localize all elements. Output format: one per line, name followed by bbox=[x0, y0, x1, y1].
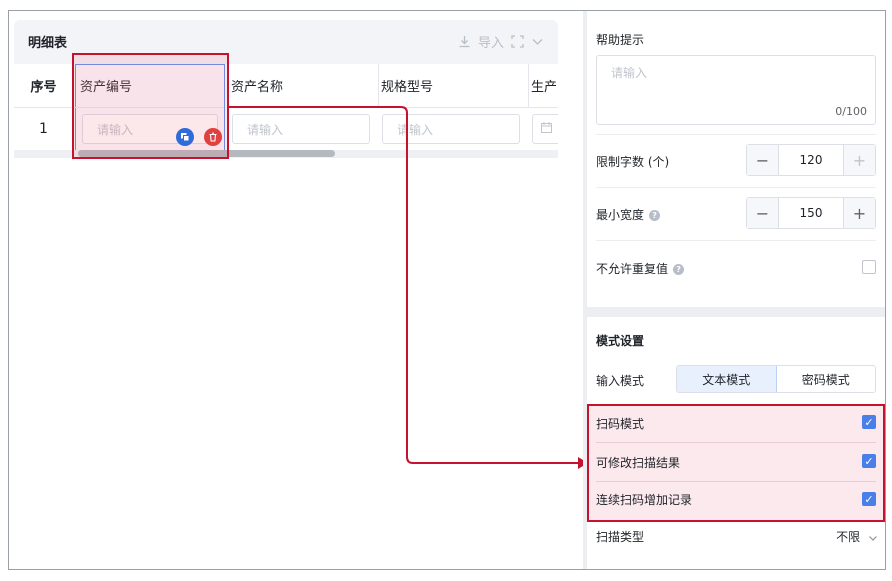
min-width-label: 最小宽度? bbox=[596, 206, 661, 223]
chevron-down-icon bbox=[864, 530, 878, 544]
detail-table-title: 明细表 bbox=[28, 36, 68, 51]
decrement-button[interactable]: − bbox=[747, 198, 779, 228]
column-header-asset-name[interactable]: 资产名称 bbox=[228, 64, 378, 108]
no-duplicate-label: 不允许重复值? bbox=[596, 260, 685, 277]
input-mode-segmented[interactable]: 文本模式 密码模式 bbox=[676, 365, 876, 393]
editable-scan-checkbox[interactable]: ✓ bbox=[862, 454, 876, 468]
help-question-icon[interactable]: ? bbox=[649, 210, 661, 221]
trash-icon[interactable] bbox=[204, 128, 222, 146]
copy-icon[interactable] bbox=[176, 128, 194, 146]
input-mode-label: 输入模式 bbox=[596, 374, 645, 388]
production-date-input[interactable] bbox=[532, 114, 558, 144]
help-tip-label: 帮助提示 bbox=[596, 33, 645, 47]
min-width-label-text: 最小宽度 bbox=[596, 208, 645, 222]
continuous-scan-label: 连续扫码增加记录 bbox=[596, 493, 693, 507]
increment-button[interactable]: + bbox=[843, 198, 875, 228]
text-mode-option[interactable]: 文本模式 bbox=[677, 366, 777, 392]
asset-name-input[interactable]: 请输入 bbox=[232, 114, 370, 144]
no-duplicate-label-text: 不允许重复值 bbox=[596, 262, 669, 276]
scan-mode-checkbox[interactable]: ✓ bbox=[862, 415, 876, 429]
divider-line bbox=[596, 134, 876, 135]
help-tip-counter: 0/100 bbox=[835, 105, 867, 118]
scan-type-label: 扫描类型 bbox=[596, 530, 645, 544]
help-tip-placeholder: 请输入 bbox=[611, 66, 648, 80]
limit-chars-value[interactable]: 120 bbox=[779, 145, 843, 175]
divider-line bbox=[596, 187, 876, 188]
column-header-index: 序号 bbox=[14, 64, 74, 108]
no-duplicate-checkbox[interactable] bbox=[862, 260, 876, 274]
divider-line bbox=[596, 481, 876, 482]
limit-chars-label: 限制字数 (个) bbox=[596, 155, 670, 169]
password-mode-option[interactable]: 密码模式 bbox=[777, 366, 876, 392]
row-index-cell: 1 bbox=[14, 108, 74, 150]
increment-button[interactable]: + bbox=[843, 145, 875, 175]
spec-model-input[interactable]: 请输入 bbox=[382, 114, 520, 144]
chevron-down-icon[interactable] bbox=[530, 35, 544, 49]
divider-line bbox=[596, 442, 876, 443]
min-width-stepper[interactable]: − 150 + bbox=[746, 197, 876, 229]
column-header-production[interactable]: 生产 bbox=[528, 64, 558, 108]
scan-type-select[interactable]: 不限 bbox=[836, 528, 878, 545]
scan-type-value: 不限 bbox=[836, 530, 861, 544]
download-icon[interactable] bbox=[458, 35, 472, 49]
calendar-icon bbox=[541, 122, 552, 136]
limit-chars-stepper[interactable]: − 120 + bbox=[746, 144, 876, 176]
section-separator bbox=[587, 307, 885, 317]
continuous-scan-checkbox[interactable]: ✓ bbox=[862, 492, 876, 506]
mode-settings-title: 模式设置 bbox=[596, 334, 645, 348]
scan-mode-label: 扫码模式 bbox=[596, 417, 645, 431]
import-button[interactable]: 导入 bbox=[478, 32, 504, 51]
divider-line bbox=[596, 240, 876, 241]
detail-toolbar: 导入 bbox=[458, 32, 544, 51]
help-question-icon[interactable]: ? bbox=[673, 264, 685, 275]
decrement-button[interactable]: − bbox=[747, 145, 779, 175]
column-header-spec-model[interactable]: 规格型号 bbox=[378, 64, 528, 108]
help-tip-textarea[interactable]: 请输入 0/100 bbox=[596, 55, 876, 125]
fullscreen-icon[interactable] bbox=[510, 35, 524, 49]
editable-scan-label: 可修改扫描结果 bbox=[596, 456, 681, 470]
min-width-value[interactable]: 150 bbox=[779, 198, 843, 228]
